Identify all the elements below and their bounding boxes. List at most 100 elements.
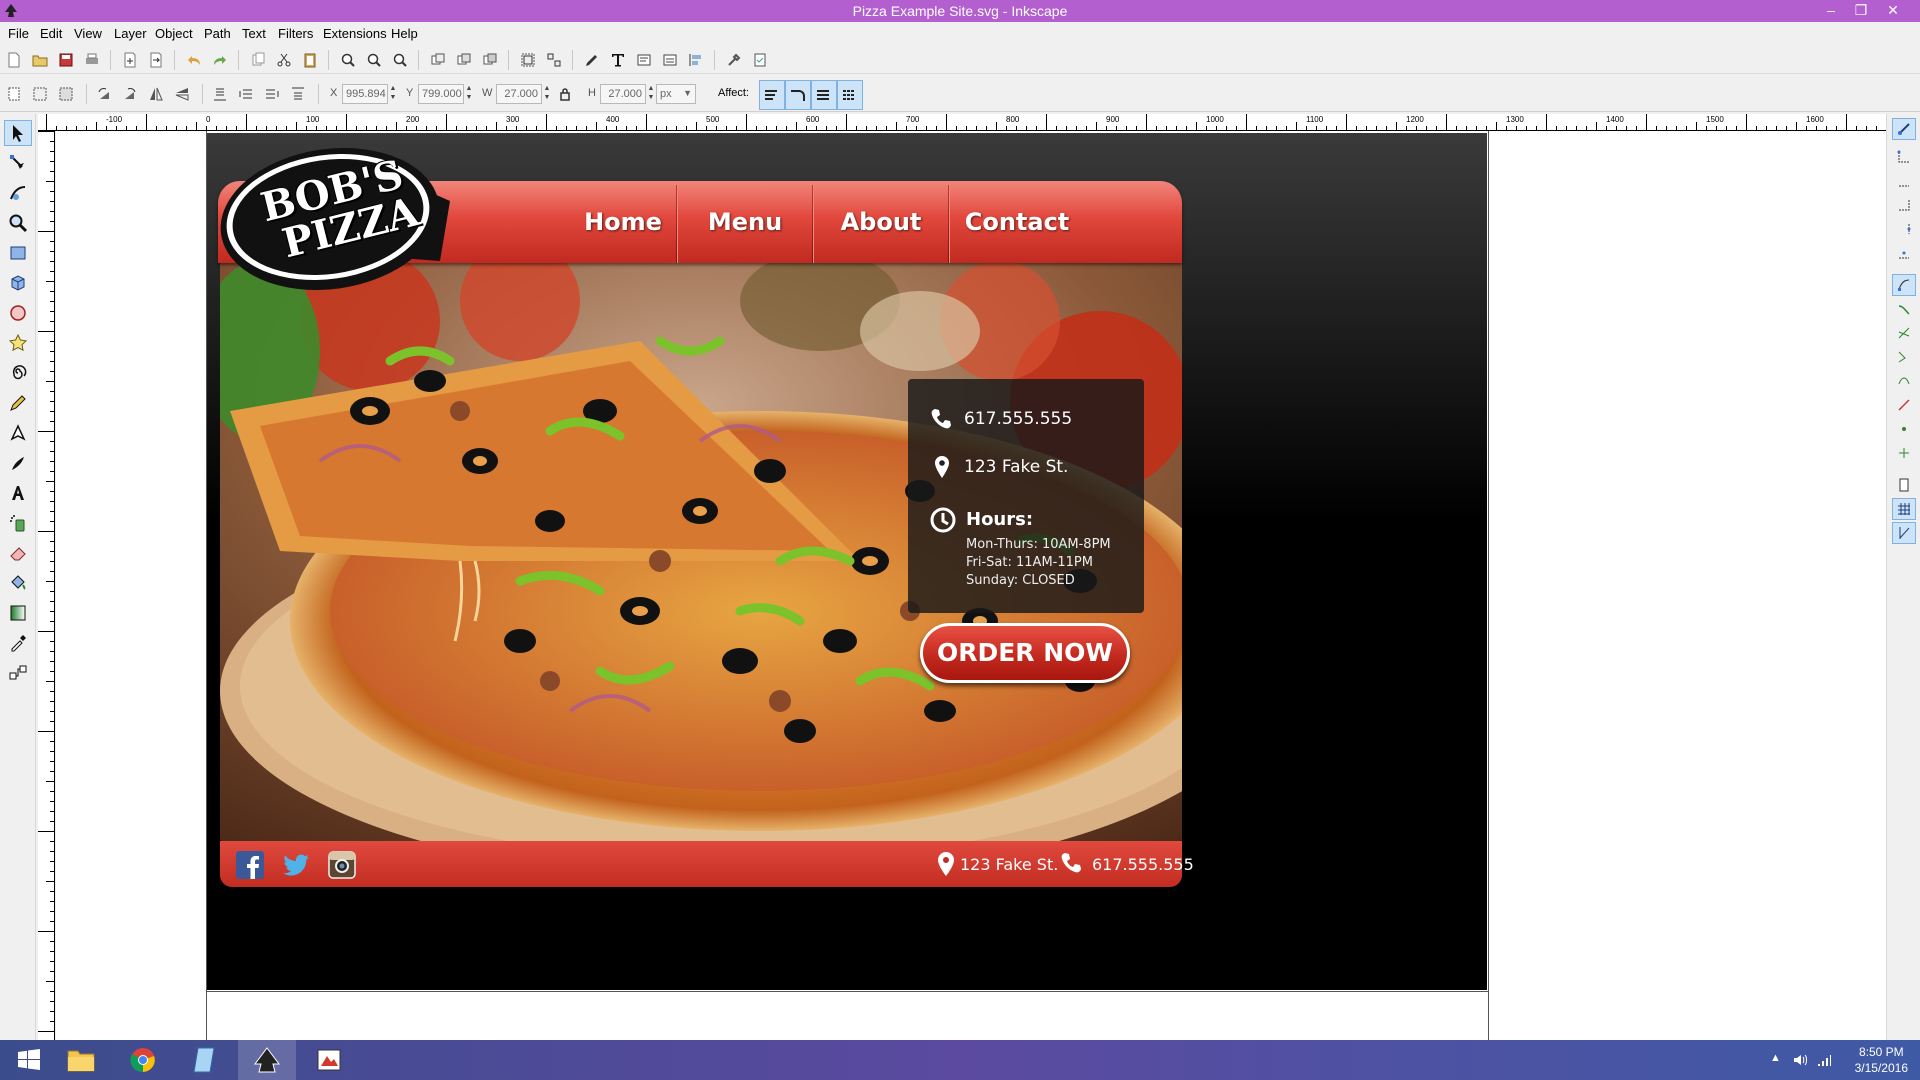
menu-help[interactable]: Help — [391, 26, 418, 41]
lower-button[interactable] — [236, 84, 256, 104]
zoom-selection-button[interactable] — [338, 50, 358, 70]
menu-view[interactable]: View — [74, 26, 102, 41]
menu-layer[interactable]: Layer — [114, 26, 147, 41]
eraser-tool[interactable] — [4, 540, 32, 566]
order-now-button[interactable]: ORDER NOW — [920, 623, 1130, 683]
start-button[interactable] — [0, 1040, 58, 1080]
unit-select[interactable]: px ▼ — [656, 84, 696, 104]
raise-to-top-button[interactable] — [288, 84, 308, 104]
paint-bucket-tool[interactable] — [4, 570, 32, 596]
unlink-clone-button[interactable] — [480, 50, 500, 70]
undo-button[interactable] — [184, 50, 204, 70]
menu-edit[interactable]: Edit — [40, 26, 62, 41]
snap-grid-button[interactable] — [1892, 498, 1916, 520]
menu-filters[interactable]: Filters — [278, 26, 313, 41]
h-input[interactable]: 27.000 — [600, 84, 646, 104]
flip-horizontal-button[interactable] — [146, 84, 166, 104]
spiral-tool[interactable] — [4, 360, 32, 386]
snap-nodes-button[interactable] — [1892, 274, 1916, 296]
lower-to-bottom-button[interactable] — [210, 84, 230, 104]
layers-button[interactable] — [660, 50, 680, 70]
nav-menu[interactable]: Menu — [678, 181, 812, 263]
snap-intersections-button[interactable] — [1892, 322, 1916, 344]
menu-extensions[interactable]: Extensions — [323, 26, 387, 41]
close-button[interactable]: ✕ — [1878, 0, 1908, 22]
pencil-tool[interactable] — [4, 390, 32, 416]
raise-button[interactable] — [262, 84, 282, 104]
taskbar-paint[interactable] — [300, 1040, 358, 1080]
selector-tool[interactable] — [4, 120, 32, 146]
tray-expand-icon[interactable]: ▲ — [1770, 1052, 1781, 1064]
copy-button[interactable] — [248, 50, 268, 70]
restore-button[interactable]: ❐ — [1846, 0, 1876, 22]
connector-tool[interactable] — [4, 660, 32, 686]
taskbar-file-explorer[interactable] — [52, 1040, 110, 1080]
node-tool[interactable] — [4, 150, 32, 176]
rotate-ccw-button[interactable] — [94, 84, 114, 104]
snap-bbox-edge-button[interactable] — [1892, 170, 1916, 192]
zoom-drawing-button[interactable] — [364, 50, 384, 70]
instagram-icon[interactable] — [328, 851, 356, 879]
redo-button[interactable] — [210, 50, 230, 70]
xml-editor-button[interactable] — [634, 50, 654, 70]
lock-ratio-button[interactable] — [555, 84, 575, 104]
taskbar-notepad[interactable] — [176, 1040, 234, 1080]
snap-bbox-center-button[interactable] — [1892, 242, 1916, 264]
nav-home[interactable]: Home — [568, 181, 678, 263]
new-document-button[interactable] — [4, 50, 24, 70]
snap-rotation-center-button[interactable] — [1892, 442, 1916, 464]
save-button[interactable] — [56, 50, 76, 70]
snap-guides-button[interactable] — [1892, 522, 1916, 544]
paste-button[interactable] — [300, 50, 320, 70]
ellipse-tool[interactable] — [4, 300, 32, 326]
horizontal-ruler[interactable]: -100 0 100 200 300 400 500 600 700 800 9… — [38, 114, 1886, 131]
star-tool[interactable] — [4, 330, 32, 356]
calligraphy-tool[interactable] — [4, 450, 32, 476]
zoom-page-button[interactable] — [390, 50, 410, 70]
affect-rounded-corners-toggle[interactable] — [785, 80, 811, 110]
tweak-tool[interactable] — [4, 180, 32, 206]
cut-button[interactable] — [274, 50, 294, 70]
snap-paths-button[interactable] — [1892, 298, 1916, 320]
gradient-tool[interactable] — [4, 600, 32, 626]
w-input[interactable]: 27.000 — [496, 84, 542, 104]
rotate-cw-button[interactable] — [120, 84, 140, 104]
taskbar-inkscape[interactable] — [238, 1040, 296, 1080]
vertical-ruler[interactable] — [38, 131, 55, 1040]
pen-tool[interactable] — [4, 420, 32, 446]
fill-stroke-button[interactable] — [582, 50, 602, 70]
facebook-icon[interactable] — [236, 851, 264, 879]
zoom-tool[interactable] — [4, 210, 32, 236]
menu-text[interactable]: Text — [242, 26, 266, 41]
w-spinner[interactable]: ▲ ▼ — [543, 84, 551, 104]
nav-about[interactable]: About — [814, 181, 948, 263]
select-all-button[interactable] — [4, 84, 24, 104]
snap-cusp-nodes-button[interactable] — [1892, 346, 1916, 368]
text-font-button[interactable] — [608, 50, 628, 70]
affect-patterns-toggle[interactable] — [837, 80, 863, 110]
document-properties-button[interactable] — [750, 50, 770, 70]
open-button[interactable] — [30, 50, 50, 70]
preferences-button[interactable] — [724, 50, 744, 70]
clone-button[interactable] — [454, 50, 474, 70]
nav-contact[interactable]: Contact — [950, 181, 1084, 263]
rectangle-tool[interactable] — [4, 240, 32, 266]
snap-smooth-nodes-button[interactable] — [1892, 370, 1916, 392]
dropper-tool[interactable] — [4, 630, 32, 656]
select-all-layers-button[interactable] — [30, 84, 50, 104]
bobs-pizza-logo[interactable]: BOB'S PIZZA — [218, 143, 458, 293]
taskbar-chrome[interactable] — [114, 1040, 172, 1080]
duplicate-button[interactable] — [428, 50, 448, 70]
x-spinner[interactable]: ▲ ▼ — [389, 84, 397, 104]
affect-stroke-width-toggle[interactable] — [759, 80, 785, 110]
menu-path[interactable]: Path — [204, 26, 231, 41]
ungroup-button[interactable] — [544, 50, 564, 70]
flip-vertical-button[interactable] — [172, 84, 192, 104]
align-distribute-button[interactable] — [686, 50, 706, 70]
snap-page-border-button[interactable] — [1892, 474, 1916, 496]
menu-file[interactable]: File — [8, 26, 29, 41]
snap-bbox-corner-button[interactable] — [1892, 194, 1916, 216]
export-button[interactable] — [146, 50, 166, 70]
snap-bbox-button[interactable] — [1892, 146, 1916, 168]
h-spinner[interactable]: ▲ ▼ — [647, 84, 655, 104]
